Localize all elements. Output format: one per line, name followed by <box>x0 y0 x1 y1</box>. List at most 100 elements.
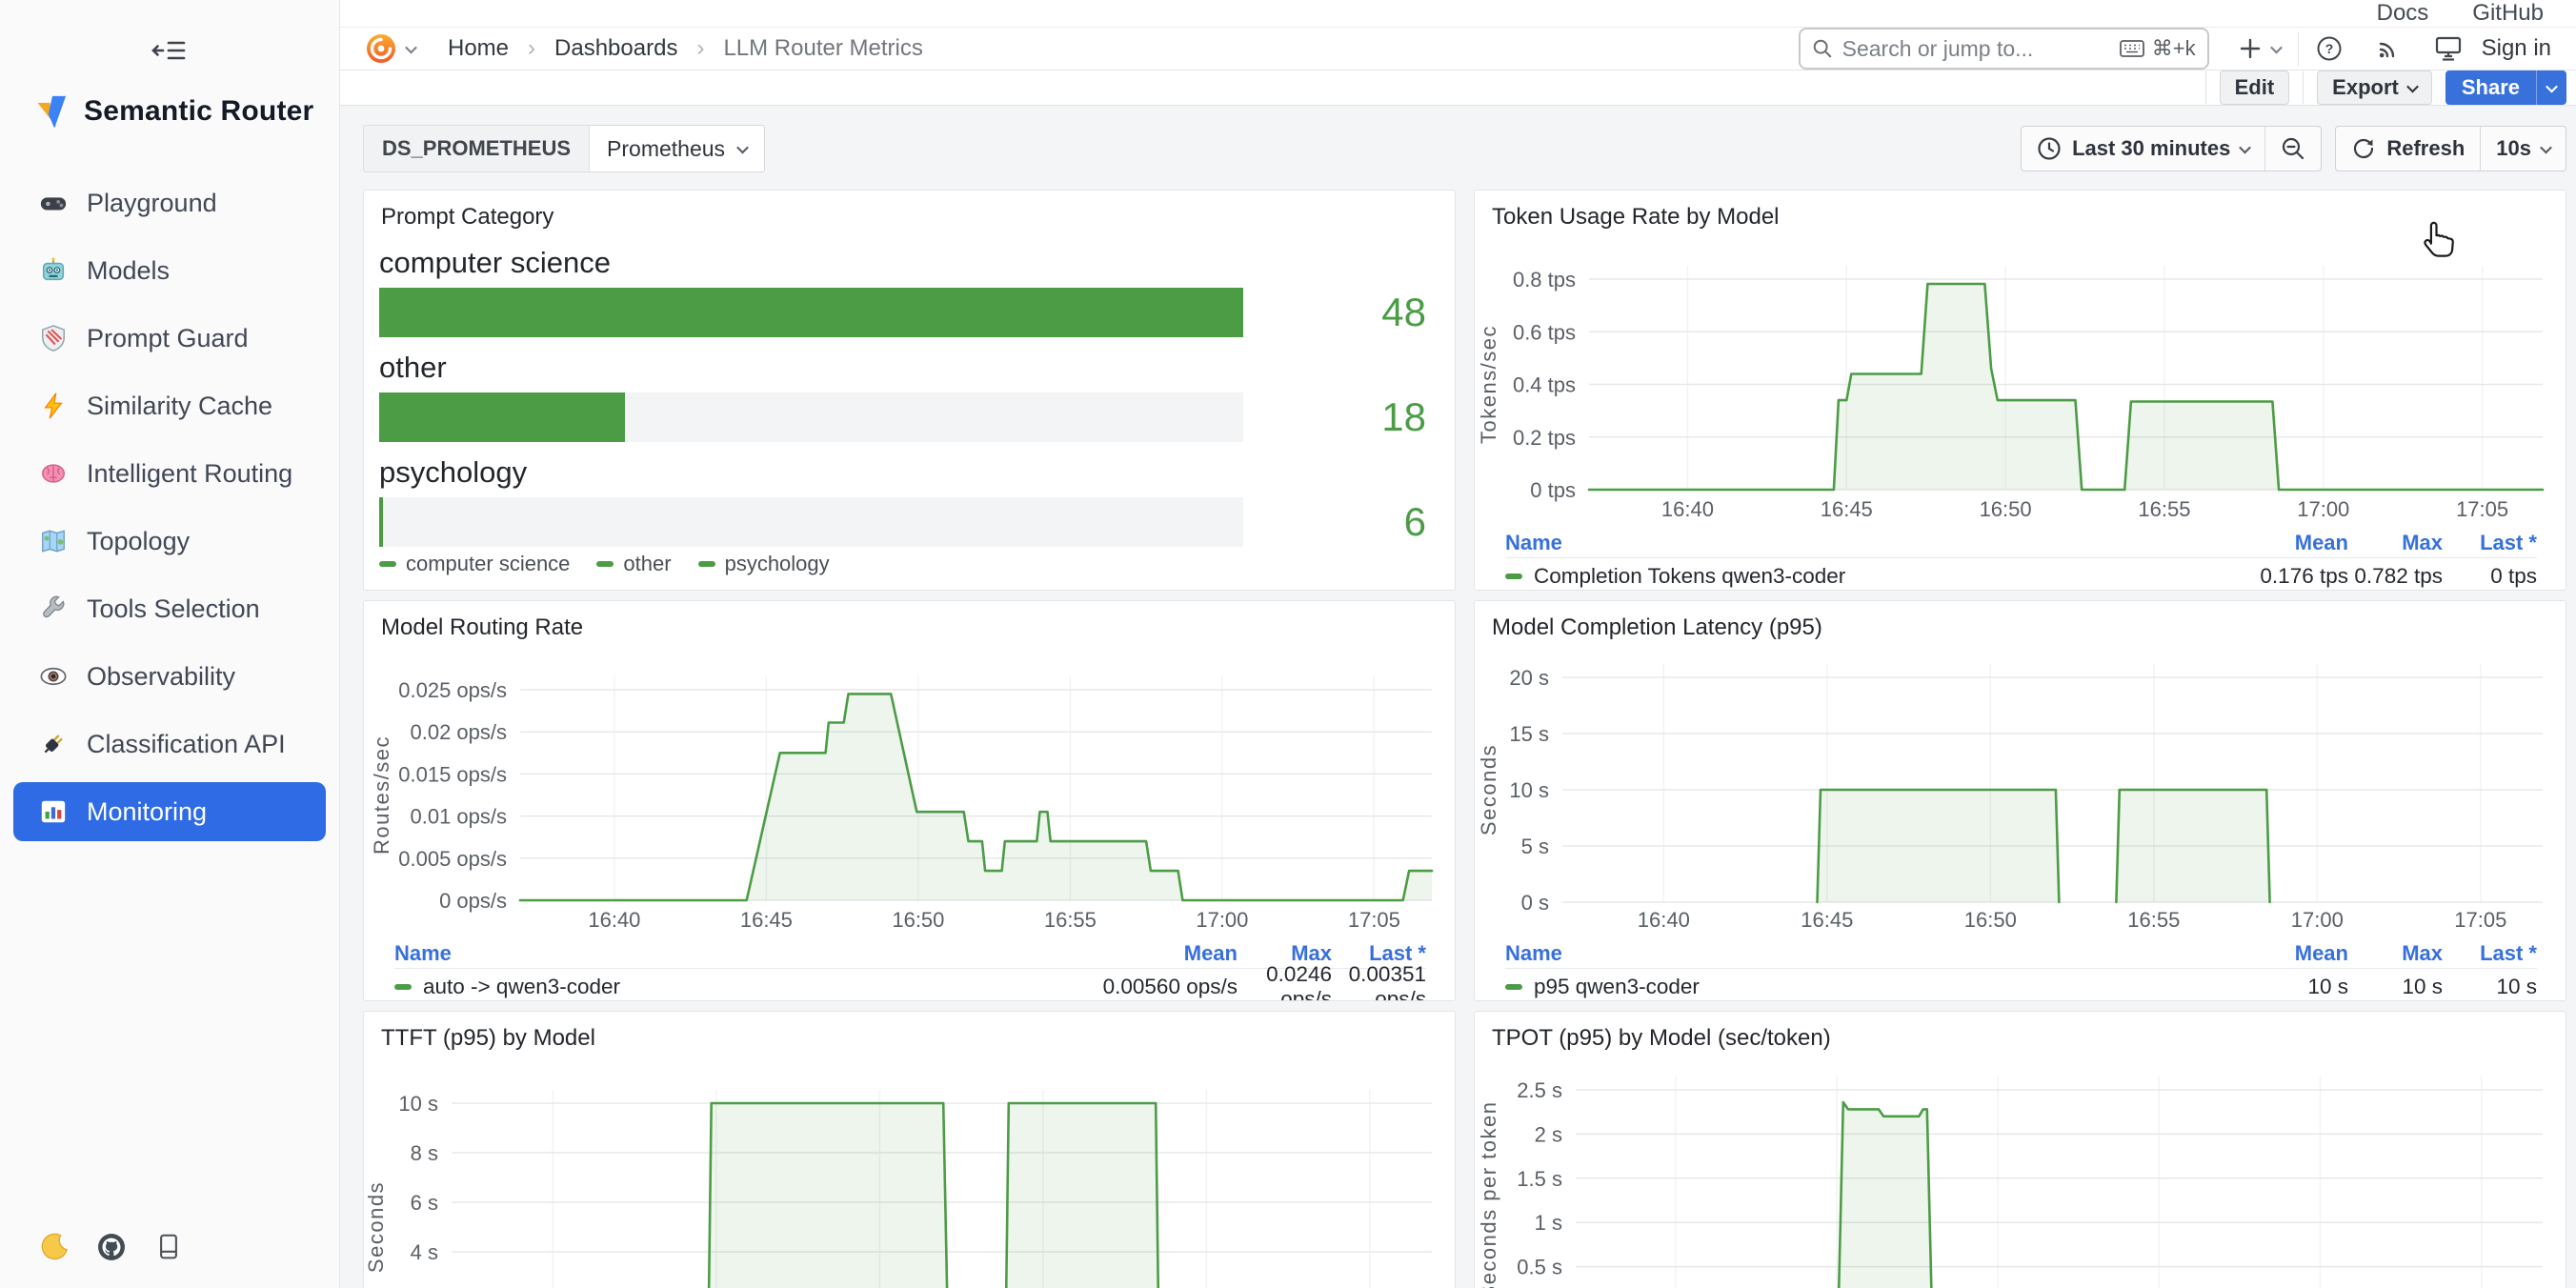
svg-text:Seconds per token: Seconds per token <box>1477 1101 1500 1288</box>
svg-text:16:55: 16:55 <box>1044 908 1097 932</box>
svg-text:0.8 tps: 0.8 tps <box>1513 268 1576 292</box>
sidebar: Semantic Router Playground Models Prompt… <box>0 0 340 1288</box>
svg-text:2.5 s: 2.5 s <box>1517 1078 1562 1102</box>
legend-row[interactable]: p95 qwen3-coder 10 s 10 s 10 s <box>1505 969 2537 1001</box>
legend-max-value: 0.782 tps <box>2348 564 2443 589</box>
sidebar-item-observability[interactable]: Observability <box>13 647 326 706</box>
bar-row: other 18 <box>379 351 1455 442</box>
sidebar-item-models[interactable]: Models <box>13 241 326 300</box>
wrench-icon <box>38 594 69 624</box>
legend-item[interactable]: computer science <box>379 552 570 576</box>
sidebar-item-playground[interactable]: Playground <box>13 173 326 232</box>
legend-item[interactable]: psychology <box>698 552 830 576</box>
sidebar-item-topology[interactable]: Topology <box>13 512 326 571</box>
panel-prompt-category: Prompt Category computer science 48 othe… <box>363 190 1456 591</box>
time-series-chart[interactable]: 0 s0.5 s1 s1.5 s2 s2.5 s16:4016:4516:501… <box>1475 1054 2566 1288</box>
org-switcher-chevron-icon[interactable] <box>407 45 415 53</box>
time-series-chart[interactable]: 0 s5 s10 s15 s20 s16:4016:4516:5016:5517… <box>1475 643 2566 938</box>
svg-text:0 tps: 0 tps <box>1530 478 1576 502</box>
breadcrumb-dashboards[interactable]: Dashboards <box>554 35 677 62</box>
svg-text:2 s: 2 s <box>1535 1122 1562 1146</box>
search-input[interactable]: Search or jump to... ⌘+k <box>1799 28 2209 70</box>
sidebar-collapse-button[interactable] <box>149 36 191 65</box>
share-button[interactable]: Share <box>2445 70 2566 105</box>
dashboard-canvas: DS_PROMETHEUS Prometheus Last 30 minutes <box>340 106 2576 1288</box>
panel-model-routing-rate: Model Routing Rate 0 ops/s0.005 ops/s0.0… <box>363 600 1456 1001</box>
time-range-picker[interactable]: Last 30 minutes <box>2022 127 2264 171</box>
add-new-button[interactable] <box>2238 36 2263 61</box>
refresh-button[interactable]: Refresh <box>2336 127 2480 171</box>
breadcrumb-home[interactable]: Home <box>448 35 509 62</box>
sidebar-item-label: Monitoring <box>87 797 207 827</box>
bar-track[interactable] <box>379 497 1243 547</box>
docs-link[interactable]: Docs <box>2377 0 2429 27</box>
time-series-chart[interactable]: 0 s2 s4 s6 s8 s10 s16:4016:4516:5016:551… <box>364 1054 1455 1288</box>
chevron-down-icon <box>2540 141 2552 153</box>
panel-ttft: TTFT (p95) by Model 0 s2 s4 s6 s8 s10 s1… <box>363 1011 1456 1288</box>
svg-text:16:45: 16:45 <box>740 908 793 932</box>
bar-label: psychology <box>379 455 1455 490</box>
legend-max-value: 0.0246 ops/s <box>1238 962 1332 1001</box>
sidebar-item-similarity-cache[interactable]: Similarity Cache <box>13 376 326 435</box>
legend-header-max[interactable]: Max <box>2348 531 2443 555</box>
help-icon[interactable]: ? <box>2316 35 2343 62</box>
sidebar-item-label: Tools Selection <box>87 594 260 624</box>
sidebar-item-intelligent-routing[interactable]: Intelligent Routing <box>13 444 326 503</box>
add-new-chevron-icon[interactable] <box>2272 45 2281 53</box>
time-series-chart[interactable]: 0 ops/s0.005 ops/s0.01 ops/s0.015 ops/s0… <box>364 643 1455 938</box>
sidebar-item-monitoring[interactable]: Monitoring <box>13 782 326 841</box>
sidebar-item-prompt-guard[interactable]: Prompt Guard <box>13 309 326 368</box>
bar-value: 48 <box>1243 288 1455 337</box>
legend-header-name[interactable]: Name <box>1505 531 2205 555</box>
svg-text:16:50: 16:50 <box>1964 908 2017 932</box>
export-button[interactable]: Export <box>2317 70 2432 105</box>
svg-text:10 s: 10 s <box>398 1092 438 1116</box>
grafana-header: Home › Dashboards › LLM Router Metrics S… <box>340 28 2576 70</box>
github-link[interactable]: GitHub <box>2472 0 2544 27</box>
legend-header-mean[interactable]: Mean <box>2205 531 2348 555</box>
legend-header-mean[interactable]: Mean <box>1095 941 1238 966</box>
semantic-router-logo-icon <box>36 93 69 130</box>
panel-tpot: TPOT (p95) by Model (sec/token) 0 s0.5 s… <box>1474 1011 2566 1288</box>
bar-track[interactable] <box>379 392 1243 442</box>
docs-book-icon[interactable] <box>152 1231 185 1263</box>
sidebar-item-classification-api[interactable]: Classification API <box>13 714 326 774</box>
legend-header-last[interactable]: Last * <box>2443 941 2537 966</box>
monitor-icon[interactable] <box>2434 35 2463 62</box>
shield-icon <box>38 323 69 353</box>
grafana-logo-icon[interactable] <box>365 32 397 65</box>
breadcrumb-separator: › <box>696 35 704 62</box>
share-chevron-icon[interactable] <box>2536 70 2566 105</box>
svg-text:15 s: 15 s <box>1509 722 1549 746</box>
legend-row[interactable]: auto -> qwen3-coder 0.00560 ops/s 0.0246… <box>394 969 1426 1001</box>
panel-title: Model Routing Rate <box>364 601 1455 643</box>
zoom-out-button[interactable] <box>2264 127 2321 171</box>
refresh-interval-select[interactable]: 10s <box>2480 127 2566 171</box>
bar-track[interactable] <box>379 288 1243 337</box>
news-rss-icon[interactable] <box>2375 35 2402 62</box>
legend-row[interactable]: Completion Tokens qwen3-coder 0.176 tps … <box>1505 558 2537 591</box>
svg-text:16:50: 16:50 <box>892 908 944 932</box>
legend-header-last[interactable]: Last * <box>2443 531 2537 555</box>
svg-text:0 s: 0 s <box>1521 891 1549 915</box>
legend-header-name[interactable]: Name <box>394 941 1095 966</box>
legend-item[interactable]: other <box>596 552 671 576</box>
sign-in-button[interactable]: Sign in <box>2482 35 2551 62</box>
legend-mean-value: 0.176 tps <box>2205 564 2348 589</box>
sidebar-footer <box>38 1231 185 1263</box>
time-series-chart[interactable]: 0 tps0.2 tps0.4 tps0.6 tps0.8 tps16:4016… <box>1475 232 2566 528</box>
sidebar-item-tools-selection[interactable]: Tools Selection <box>13 579 326 638</box>
datasource-select[interactable]: Prometheus <box>590 125 765 172</box>
legend-header-name[interactable]: Name <box>1505 941 2205 966</box>
legend-header-mean[interactable]: Mean <box>2205 941 2348 966</box>
bar-row: computer science 48 <box>379 246 1455 337</box>
github-icon[interactable] <box>95 1231 128 1263</box>
bar-label: computer science <box>379 246 1455 280</box>
edit-button[interactable]: Edit <box>2220 70 2290 105</box>
panel-legend: Name Mean Max Last * p95 qwen3-coder 10 … <box>1475 938 2566 1001</box>
bar-value: 18 <box>1243 392 1455 442</box>
theme-toggle-moon-icon[interactable] <box>38 1231 70 1263</box>
svg-text:17:05: 17:05 <box>1348 908 1400 932</box>
map-icon <box>38 526 69 556</box>
legend-header-max[interactable]: Max <box>2348 941 2443 966</box>
